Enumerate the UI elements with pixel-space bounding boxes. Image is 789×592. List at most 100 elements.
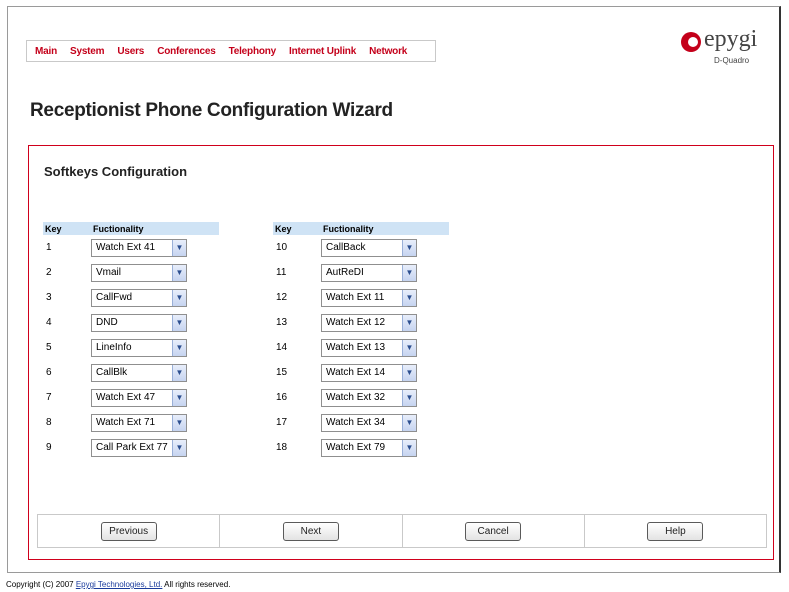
functionality-cell: CallBlk ▼ [91, 360, 219, 385]
functionality-select[interactable]: Vmail ▼ [91, 263, 187, 282]
chevron-down-icon[interactable]: ▼ [402, 264, 416, 281]
logo-word: epygi [704, 26, 758, 52]
table-row: 4 DND ▼ [43, 310, 219, 335]
cancel-button[interactable]: Cancel [465, 521, 522, 541]
chevron-down-icon[interactable]: ▼ [402, 439, 416, 456]
table-row: 3 CallFwd ▼ [43, 285, 219, 310]
select-value: Watch Ext 32 [326, 392, 386, 403]
col-func-header: Fuctionality [321, 222, 449, 235]
nav-main[interactable]: Main [35, 46, 57, 57]
select-value: Watch Ext 11 [326, 292, 385, 303]
select-value: Watch Ext 34 [326, 417, 386, 428]
functionality-cell: Watch Ext 32 ▼ [321, 385, 449, 410]
functionality-cell: AutReDI ▼ [321, 260, 449, 285]
functionality-select[interactable]: Watch Ext 41 ▼ [91, 238, 187, 257]
functionality-select[interactable]: CallBack ▼ [321, 238, 417, 257]
nav-system[interactable]: System [70, 46, 105, 57]
col-key-header: Key [273, 222, 321, 235]
table-row: 6 CallBlk ▼ [43, 360, 219, 385]
copyright: Copyright (C) 2007 Epygi Technologies, L… [6, 580, 230, 589]
chevron-down-icon[interactable]: ▼ [172, 239, 186, 256]
table-row: 16 Watch Ext 32 ▼ [273, 385, 449, 410]
functionality-cell: CallBack ▼ [321, 235, 449, 260]
select-value: LineInfo [96, 342, 132, 353]
table-row: 18 Watch Ext 79 ▼ [273, 435, 449, 460]
nav-network[interactable]: Network [369, 46, 407, 57]
section-title: Softkeys Configuration [44, 164, 188, 179]
chevron-down-icon[interactable]: ▼ [402, 414, 416, 431]
functionality-cell: DND ▼ [91, 310, 219, 335]
functionality-cell: Watch Ext 71 ▼ [91, 410, 219, 435]
key-number: 13 [276, 317, 288, 328]
select-value: Watch Ext 71 [96, 417, 156, 428]
chevron-down-icon[interactable]: ▼ [172, 289, 186, 306]
table-row: 10 CallBack ▼ [273, 235, 449, 260]
button-cell: Help [585, 515, 766, 547]
top-nav: Main System Users Conferences Telephony … [26, 40, 436, 62]
key-number: 9 [46, 442, 52, 453]
epygi-link[interactable]: Epygi Technologies, Ltd. [76, 580, 163, 589]
copyright-suffix: All rights reserved. [162, 580, 231, 589]
chevron-down-icon[interactable]: ▼ [172, 439, 186, 456]
chevron-down-icon[interactable]: ▼ [402, 289, 416, 306]
table-row: 7 Watch Ext 47 ▼ [43, 385, 219, 410]
functionality-select[interactable]: Watch Ext 13 ▼ [321, 338, 417, 357]
functionality-select[interactable]: AutReDI ▼ [321, 263, 417, 282]
nav-conferences[interactable]: Conferences [157, 46, 216, 57]
help-button[interactable]: Help [647, 521, 704, 541]
functionality-cell: Watch Ext 34 ▼ [321, 410, 449, 435]
functionality-cell: Call Park Ext 77 ▼ [91, 435, 219, 460]
functionality-select[interactable]: CallFwd ▼ [91, 288, 187, 307]
chevron-down-icon[interactable]: ▼ [402, 239, 416, 256]
functionality-cell: Watch Ext 11 ▼ [321, 285, 449, 310]
key-number: 12 [276, 292, 288, 303]
chevron-down-icon[interactable]: ▼ [172, 314, 186, 331]
col-key-header: Key [43, 222, 91, 235]
select-value: Call Park Ext 77 [96, 442, 168, 453]
functionality-select[interactable]: Watch Ext 32 ▼ [321, 388, 417, 407]
chevron-down-icon[interactable]: ▼ [402, 389, 416, 406]
functionality-select[interactable]: CallBlk ▼ [91, 363, 187, 382]
key-number: 11 [276, 267, 287, 278]
functionality-select[interactable]: Watch Ext 47 ▼ [91, 388, 187, 407]
functionality-select[interactable]: DND ▼ [91, 313, 187, 332]
table-row: 12 Watch Ext 11 ▼ [273, 285, 449, 310]
chevron-down-icon[interactable]: ▼ [172, 339, 186, 356]
functionality-select[interactable]: Watch Ext 79 ▼ [321, 438, 417, 457]
logo-sub: D-Quadro [714, 56, 750, 65]
chevron-down-icon[interactable]: ▼ [172, 389, 186, 406]
key-number: 6 [46, 367, 52, 378]
chevron-down-icon[interactable]: ▼ [402, 364, 416, 381]
chevron-down-icon[interactable]: ▼ [172, 264, 186, 281]
functionality-cell: Vmail ▼ [91, 260, 219, 285]
key-number: 16 [276, 392, 288, 403]
functionality-cell: Watch Ext 79 ▼ [321, 435, 449, 460]
functionality-cell: Watch Ext 47 ▼ [91, 385, 219, 410]
nav-telephony[interactable]: Telephony [229, 46, 277, 57]
functionality-select[interactable]: Watch Ext 11 ▼ [321, 288, 417, 307]
previous-button[interactable]: Previous [100, 521, 157, 541]
functionality-select[interactable]: Call Park Ext 77 ▼ [91, 438, 187, 457]
chevron-down-icon[interactable]: ▼ [402, 339, 416, 356]
nav-users[interactable]: Users [117, 46, 144, 57]
functionality-select[interactable]: Watch Ext 12 ▼ [321, 313, 417, 332]
softkeys-table-left: Key Fuctionality 1 Watch Ext 41 ▼ 2 Vmail ▼ 3 C… [43, 222, 219, 460]
functionality-select[interactable]: Watch Ext 71 ▼ [91, 413, 187, 432]
next-button[interactable]: Next [282, 521, 339, 541]
chevron-down-icon[interactable]: ▼ [172, 364, 186, 381]
button-cell: Cancel [403, 515, 585, 547]
key-number: 15 [276, 367, 288, 378]
functionality-cell: Watch Ext 12 ▼ [321, 310, 449, 335]
nav-internet-uplink[interactable]: Internet Uplink [289, 46, 356, 57]
table-row: 2 Vmail ▼ [43, 260, 219, 285]
functionality-select[interactable]: Watch Ext 14 ▼ [321, 363, 417, 382]
chevron-down-icon[interactable]: ▼ [402, 314, 416, 331]
table-row: 13 Watch Ext 12 ▼ [273, 310, 449, 335]
functionality-cell: Watch Ext 14 ▼ [321, 360, 449, 385]
key-number: 8 [46, 417, 52, 428]
functionality-select[interactable]: Watch Ext 34 ▼ [321, 413, 417, 432]
select-value: Watch Ext 79 [326, 442, 386, 453]
table-row: 14 Watch Ext 13 ▼ [273, 335, 449, 360]
functionality-select[interactable]: LineInfo ▼ [91, 338, 187, 357]
chevron-down-icon[interactable]: ▼ [172, 414, 186, 431]
